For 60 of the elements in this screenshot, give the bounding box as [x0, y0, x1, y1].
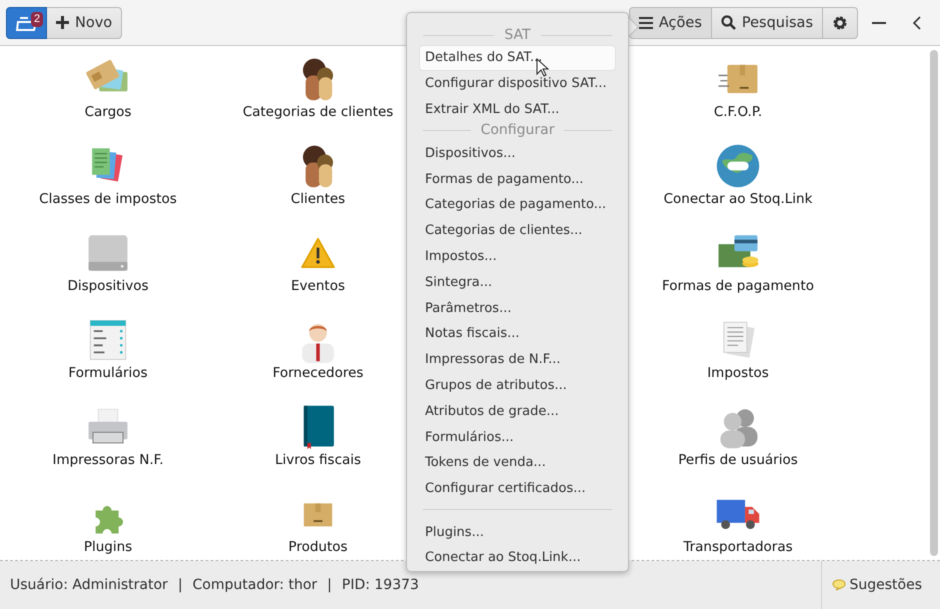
plus-icon	[56, 16, 69, 29]
globe-icon	[715, 143, 761, 189]
tile-label[interactable]: Impressoras N.F.	[52, 452, 164, 469]
tile-label[interactable]: Categorias de clientes	[242, 104, 394, 121]
tile-label[interactable]: Formulários	[68, 365, 148, 382]
menu-item[interactable]: Parâmetros...	[419, 295, 616, 321]
actions-button[interactable]: Ações	[628, 6, 712, 38]
menu-item[interactable]: Conectar ao Stoq.Link...	[419, 545, 616, 571]
tile-label[interactable]: Dispositivos	[67, 278, 149, 295]
app-menu-button[interactable]: 2	[6, 6, 47, 38]
menu-item[interactable]: Detalhes do SAT...	[419, 45, 616, 71]
menu-item[interactable]: Tokens de venda...	[419, 450, 616, 476]
menu-item[interactable]: Formas de pagamento...	[419, 166, 616, 192]
tile-label[interactable]: Clientes	[290, 191, 346, 208]
settings-icon	[832, 14, 848, 30]
separator-text: |	[327, 577, 332, 593]
tile-label[interactable]: Conectar ao Stoq.Link	[664, 191, 812, 208]
menu-item[interactable]: Categorias de pagamento...	[419, 192, 616, 218]
tile-label[interactable]: Formas de pagamento	[662, 278, 814, 295]
menu-item[interactable]: Sintegra...	[419, 269, 616, 296]
tile-label[interactable]: Eventos	[291, 278, 345, 295]
tile-label[interactable]: C.F.O.P.	[714, 104, 762, 121]
menu-item[interactable]: Atributos de grade...	[419, 398, 616, 424]
menu-item[interactable]: Dispositivos...	[419, 140, 616, 166]
menu-item[interactable]: Formulários...	[419, 424, 616, 450]
menu-item[interactable]: Configurar certificados...	[419, 476, 616, 502]
tile-label[interactable]: Plugins	[84, 539, 132, 556]
tile-label[interactable]: Produtos	[288, 539, 348, 556]
suggestions-button[interactable]: Sugestões	[821, 561, 940, 609]
menu-item[interactable]: Configurar dispositivo SAT...	[419, 70, 616, 97]
menu-item[interactable]: Categorias de clientes...	[419, 218, 616, 244]
section-title: SAT	[504, 27, 531, 43]
menu-item[interactable]: Extrair XML do SAT...	[419, 96, 616, 122]
tile-label[interactable]: Perfis de usuários	[678, 452, 798, 469]
speech-bubble-icon	[832, 579, 846, 591]
tile-label[interactable]: Impostos	[707, 365, 769, 382]
scrollbar[interactable]	[930, 50, 938, 556]
new-button[interactable]: Novo	[46, 6, 122, 38]
status-text: Usuário: Administrator	[10, 577, 168, 593]
menu-item[interactable]: Plugins...	[419, 519, 616, 546]
status-text: Computador: thor	[192, 577, 318, 593]
tile-label[interactable]: Livros fiscais	[274, 452, 362, 469]
menu-icon	[638, 16, 653, 28]
separator-text: |	[178, 577, 183, 593]
menu-item[interactable]: Impressoras de N.F...	[419, 346, 616, 373]
settings-button[interactable]	[822, 6, 858, 38]
notification-badge: 2	[31, 12, 44, 26]
menu-item[interactable]: Impostos...	[419, 244, 616, 270]
tile-label[interactable]: Classes de impostos	[39, 191, 177, 208]
section-title: Configurar	[480, 122, 554, 138]
tile-label[interactable]: Transportadoras	[683, 539, 793, 556]
minimize-icon	[872, 22, 886, 24]
search-icon	[720, 15, 736, 30]
status-text: PID: 19373	[342, 577, 419, 593]
menu-item[interactable]: Notas fiscais...	[419, 320, 616, 347]
back-icon	[913, 16, 921, 30]
tile-label[interactable]: Cargos	[84, 104, 132, 121]
tile-label[interactable]: Fornecedores	[272, 365, 364, 382]
menu-item[interactable]: Grupos de atributos...	[419, 372, 616, 398]
search-button[interactable]: Pesquisas	[710, 6, 823, 38]
